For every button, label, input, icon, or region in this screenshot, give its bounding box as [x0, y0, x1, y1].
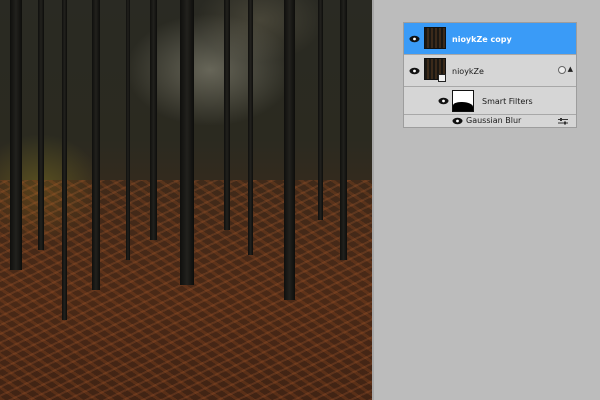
smart-filters-label: Smart Filters [482, 97, 533, 106]
tree-trunk [224, 0, 230, 230]
filter-name: Gaussian Blur [466, 116, 522, 125]
filter-mask-thumbnail[interactable] [452, 90, 474, 112]
smart-filters-row[interactable]: Smart Filters [404, 87, 576, 115]
expand-triangle-icon[interactable]: ▲ [568, 65, 573, 73]
smart-filter-options-icon[interactable] [558, 66, 566, 74]
document-canvas[interactable] [0, 0, 372, 400]
visibility-eye-icon[interactable] [404, 23, 424, 54]
smart-object-icon [438, 74, 446, 82]
filter-row-gaussian-blur[interactable]: Gaussian Blur [404, 115, 576, 127]
tree-trunk [62, 0, 67, 320]
layer-name: nioykZe [452, 67, 484, 76]
tree-trunk [92, 0, 100, 290]
layer-row-nioykze[interactable]: nioykZe ▲ [404, 55, 576, 87]
tree-trunk [248, 0, 253, 255]
tree-trunk [180, 0, 194, 285]
visibility-eye-icon[interactable] [432, 87, 454, 114]
tree-trunk [340, 0, 347, 260]
tree-trunk [38, 0, 44, 250]
filter-blending-options-icon[interactable] [558, 118, 568, 125]
tree-trunk [126, 0, 130, 260]
visibility-eye-icon[interactable] [450, 115, 464, 127]
tree-trunk [318, 0, 323, 220]
layers-panel: nioykZe copy nioykZe ▲ Smart Filters Gau… [403, 22, 577, 128]
tree-trunk [284, 0, 295, 300]
tree-trunk [150, 0, 157, 240]
layer-name: nioykZe copy [452, 35, 512, 44]
visibility-eye-icon[interactable] [404, 55, 424, 86]
tree-trunk [10, 0, 22, 270]
canvas-divider [372, 0, 374, 400]
layer-thumbnail [424, 27, 446, 49]
layer-row-nioykze-copy[interactable]: nioykZe copy [404, 23, 576, 55]
